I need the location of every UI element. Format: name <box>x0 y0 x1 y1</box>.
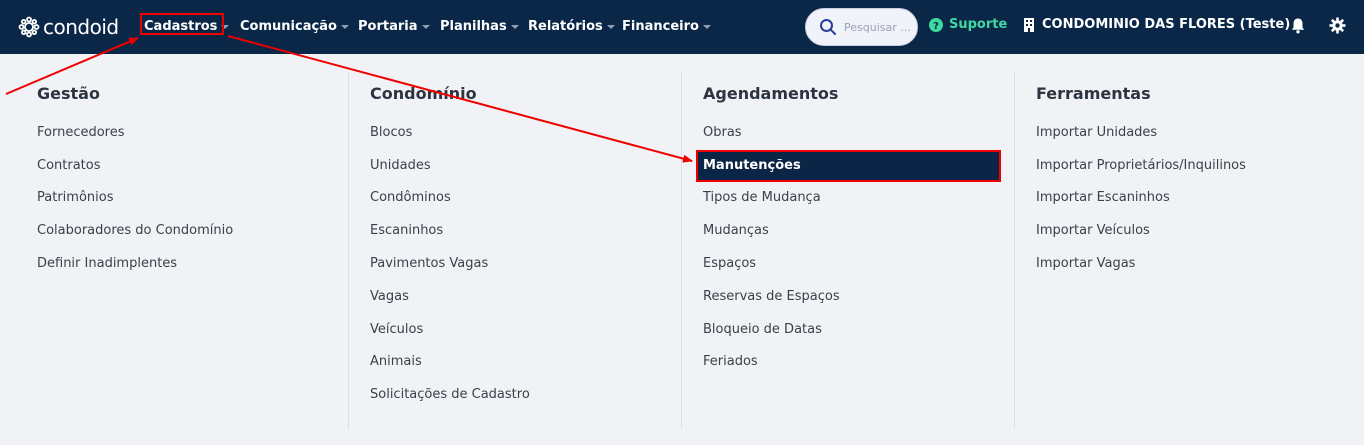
bell-icon[interactable] <box>1290 17 1306 34</box>
support-link[interactable]: ? Suporte <box>929 17 1007 32</box>
menu-link-vagas[interactable]: Vagas <box>370 289 409 304</box>
chevron-down-icon <box>340 25 349 29</box>
search-input[interactable] <box>844 20 914 34</box>
nav-portaria[interactable]: Portaria <box>358 16 430 36</box>
menu-link-importar-escaninhos[interactable]: Importar Escaninhos <box>1036 190 1170 205</box>
column-divider <box>348 72 349 429</box>
gear-icon[interactable] <box>1329 17 1346 34</box>
annotation-box-cadastros <box>140 13 224 35</box>
condominium-label: CONDOMINIO DAS FLORES (Teste) <box>1042 17 1291 32</box>
top-navbar: condoid Cadastros Comunicação Portaria P… <box>0 0 1364 54</box>
nav-relatorios[interactable]: Relatórios <box>528 16 615 36</box>
menu-link-colaboradores[interactable]: Colaboradores do Condomínio <box>37 223 233 238</box>
menu-link-escaninhos[interactable]: Escaninhos <box>370 223 443 238</box>
menu-link-animais[interactable]: Animais <box>370 354 422 369</box>
menu-link-contratos[interactable]: Contratos <box>37 158 101 173</box>
menu-link-blocos[interactable]: Blocos <box>370 125 412 140</box>
column-divider <box>1014 72 1015 429</box>
column-divider <box>681 72 682 429</box>
chevron-down-icon <box>702 25 711 29</box>
column-title-condominio: Condomínio <box>370 84 477 103</box>
column-title-gestao: Gestão <box>37 84 100 103</box>
column-title-agendamentos: Agendamentos <box>703 84 839 103</box>
menu-link-fornecedores[interactable]: Fornecedores <box>37 125 125 140</box>
menu-link-mudancas[interactable]: Mudanças <box>703 223 769 238</box>
cadastros-mega-menu: Gestão Fornecedores Contratos Patrimônio… <box>0 54 1364 445</box>
nav-financeiro-label: Financeiro <box>622 18 699 34</box>
menu-link-reservas-de-espacos[interactable]: Reservas de Espaços <box>703 289 840 304</box>
menu-link-tipos-de-mudanca[interactable]: Tipos de Mudança <box>703 190 821 205</box>
menu-link-condominos[interactable]: Condôminos <box>370 190 451 205</box>
svg-text:?: ? <box>933 21 939 32</box>
nav-planilhas-label: Planilhas <box>440 18 507 34</box>
menu-link-solicitacoes-cadastro[interactable]: Solicitações de Cadastro <box>370 387 530 402</box>
nav-relatorios-label: Relatórios <box>528 18 603 34</box>
nav-planilhas[interactable]: Planilhas <box>440 16 519 36</box>
menu-link-importar-unidades[interactable]: Importar Unidades <box>1036 125 1157 140</box>
menu-link-manutencoes-label: Manutenções <box>703 158 801 173</box>
nav-comunicacao[interactable]: Comunicação <box>240 16 349 36</box>
menu-link-pavimentos-vagas[interactable]: Pavimentos Vagas <box>370 256 488 271</box>
column-title-ferramentas: Ferramentas <box>1036 84 1151 103</box>
menu-link-veiculos[interactable]: Veículos <box>370 322 423 337</box>
nav-comunicacao-label: Comunicação <box>240 18 337 34</box>
chevron-down-icon <box>606 25 615 29</box>
menu-link-unidades[interactable]: Unidades <box>370 158 431 173</box>
help-circle-icon: ? <box>929 17 943 32</box>
menu-link-patrimonios[interactable]: Patrimônios <box>37 190 113 205</box>
menu-link-obras[interactable]: Obras <box>703 125 742 140</box>
nav-financeiro[interactable]: Financeiro <box>622 16 711 36</box>
condoid-logo-icon <box>18 16 40 38</box>
menu-link-feriados[interactable]: Feriados <box>703 354 758 369</box>
chevron-down-icon <box>510 25 519 29</box>
menu-link-importar-veiculos[interactable]: Importar Veículos <box>1036 223 1150 238</box>
building-icon <box>1024 17 1034 32</box>
menu-link-bloqueio-de-datas[interactable]: Bloqueio de Datas <box>703 322 822 337</box>
menu-link-importar-proprietarios[interactable]: Importar Proprietários/Inquilinos <box>1036 158 1246 173</box>
menu-link-espacos[interactable]: Espaços <box>703 256 756 271</box>
condominium-selector[interactable]: CONDOMINIO DAS FLORES (Teste) <box>1023 17 1290 32</box>
brand-logo[interactable]: condoid <box>18 12 119 42</box>
search-box[interactable] <box>805 8 918 46</box>
chevron-down-icon <box>421 25 430 29</box>
menu-link-importar-vagas[interactable]: Importar Vagas <box>1036 256 1135 271</box>
support-label: Suporte <box>949 17 1008 32</box>
menu-link-definir-inadimplentes[interactable]: Definir Inadimplentes <box>37 256 177 271</box>
search-icon <box>820 19 836 35</box>
brand-name: condoid <box>43 15 119 39</box>
nav-portaria-label: Portaria <box>358 18 418 34</box>
